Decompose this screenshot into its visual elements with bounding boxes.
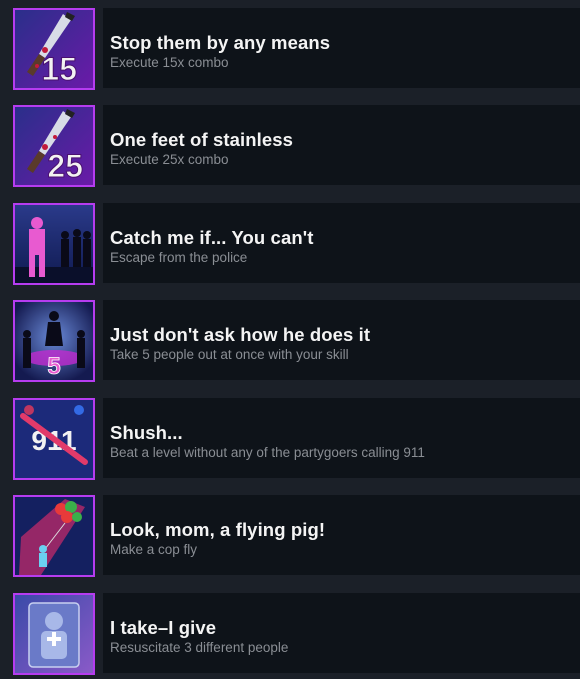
- achievement-panel: I take–I give Resuscitate 3 different pe…: [103, 593, 580, 673]
- achievement-row: 911 Shush... Beat a level without any of…: [0, 392, 580, 482]
- achievement-row: 15 Stop them by any means Execute 15x co…: [0, 2, 580, 92]
- achievement-description: Escape from the police: [110, 250, 248, 265]
- achievement-row: Catch me if... You can't Escape from the…: [0, 197, 580, 287]
- achievement-row: I take–I give Resuscitate 3 different pe…: [0, 587, 580, 677]
- achievement-description: Beat a level without any of the partygoe…: [110, 445, 425, 460]
- achievement-panel: Catch me if... You can't Escape from the…: [103, 203, 580, 283]
- achievement-title: Just don't ask how he does it: [110, 324, 371, 345]
- achievement-description: Resuscitate 3 different people: [110, 640, 289, 655]
- knife-15-icon: 15: [13, 8, 95, 90]
- knife-25-icon: 25: [13, 105, 95, 187]
- achievement-title: I take–I give: [110, 617, 217, 638]
- achievement-description: Make a cop fly: [110, 542, 198, 557]
- achievement-panel: Shush... Beat a level without any of the…: [103, 398, 580, 478]
- achievement-row: Look, mom, a flying pig! Make a cop fly: [0, 489, 580, 579]
- achievement-title: Stop them by any means: [110, 32, 331, 53]
- flying-cop-balloons-icon: [13, 495, 95, 577]
- dancers-5-icon: 5: [13, 300, 95, 382]
- achievement-panel: Just don't ask how he does it Take 5 peo…: [103, 300, 580, 380]
- achievement-panel: Look, mom, a flying pig! Make a cop fly: [103, 495, 580, 575]
- svg-text:5: 5: [47, 353, 60, 380]
- no-911-icon: 911: [13, 398, 95, 480]
- resuscitate-icon: [13, 593, 95, 675]
- achievement-panel: One feet of stainless Execute 25x combo: [103, 105, 580, 185]
- achievement-row: 5 Just don't ask how he does it Take 5 p…: [0, 294, 580, 384]
- achievement-panel: Stop them by any means Execute 15x combo: [103, 8, 580, 88]
- achievement-row: 25 One feet of stainless Execute 25x com…: [0, 99, 580, 189]
- escape-police-icon: [13, 203, 95, 285]
- svg-text:15: 15: [41, 51, 77, 87]
- achievement-description: Take 5 people out at once with your skil…: [110, 347, 349, 362]
- achievement-description: Execute 15x combo: [110, 55, 229, 70]
- achievement-description: Execute 25x combo: [110, 152, 229, 167]
- achievement-list: 15 Stop them by any means Execute 15x co…: [0, 0, 580, 679]
- svg-text:25: 25: [47, 148, 83, 184]
- achievement-title: Look, mom, a flying pig!: [110, 519, 326, 540]
- achievement-title: Shush...: [110, 422, 183, 443]
- achievement-title: One feet of stainless: [110, 129, 294, 150]
- achievement-title: Catch me if... You can't: [110, 227, 314, 248]
